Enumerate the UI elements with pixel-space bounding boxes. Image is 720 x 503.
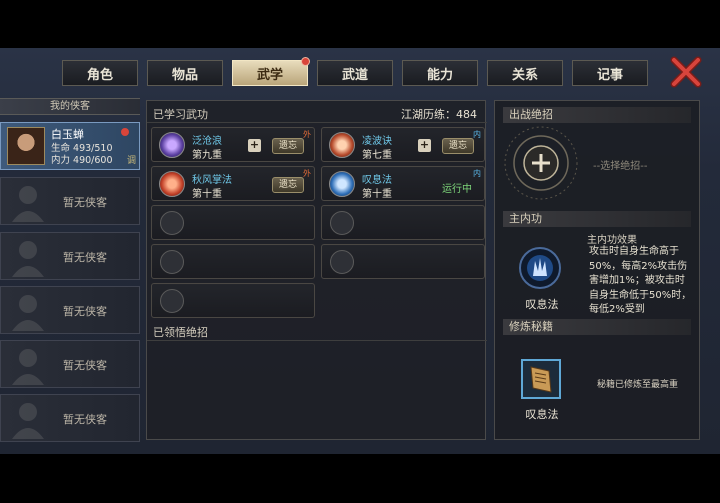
skill-level: 第九重: [192, 150, 222, 161]
hero-slot-empty[interactable]: 暂无侠客: [0, 340, 140, 388]
tab-character[interactable]: 角色: [62, 60, 138, 86]
forget-button[interactable]: 遗忘: [272, 177, 304, 193]
tab-label: 关系: [511, 67, 538, 83]
running-status: 运行中: [442, 184, 472, 195]
empty-ring: [330, 250, 354, 274]
hero-portrait: [7, 127, 45, 165]
alert-dot: [121, 128, 129, 136]
hero-mp: 内力 490/600: [51, 155, 113, 166]
skill-slot[interactable]: 泛沧浪 第九重 + 遗忘 外: [151, 127, 315, 162]
empty-silhouette-icon: [12, 403, 44, 439]
empty-slot-label: 暂无侠客: [63, 359, 107, 372]
empty-slot-label: 暂无侠客: [63, 196, 107, 209]
tab-label: 角色: [86, 67, 113, 83]
forget-button[interactable]: 遗忘: [272, 138, 304, 154]
tune-label[interactable]: 调: [127, 153, 136, 166]
empty-silhouette-icon: [12, 241, 44, 277]
skill-level: 第七重: [362, 150, 392, 161]
hero-card-selected[interactable]: 白玉蝉 生命 493/510 内力 490/600 调: [0, 122, 140, 170]
manual-book-icon[interactable]: [521, 359, 561, 399]
tab-martial-arts[interactable]: 武学: [232, 57, 310, 86]
empty-silhouette-icon: [12, 295, 44, 331]
empty-slot-label: 暂无侠客: [63, 413, 107, 426]
ultimate-section-title: 已领悟绝招: [153, 326, 208, 339]
palm-skill-icon: [159, 171, 185, 197]
jianghu-exp: 江湖历练：484: [401, 108, 477, 121]
hero-slot-empty[interactable]: 暂无侠客: [0, 177, 140, 225]
divider: [147, 340, 487, 341]
empty-skill-slot[interactable]: [151, 205, 315, 240]
skill-slot[interactable]: 秋风掌法 第十重 遗忘 外: [151, 166, 315, 201]
my-heroes-header: 我的侠客: [0, 98, 140, 115]
empty-slot-label: 暂无侠客: [63, 305, 107, 318]
external-tag: 外: [303, 169, 311, 178]
skill-name: 叹息法: [362, 175, 392, 186]
sigh-method-icon: [329, 171, 355, 197]
tab-bar: 角色 物品 武学 武道 能力 关系 记事: [62, 57, 648, 88]
tab-label: 物品: [171, 67, 198, 83]
manual-name: 叹息法: [525, 408, 559, 421]
empty-ring: [160, 211, 184, 235]
hero-slot-empty[interactable]: 暂无侠客: [0, 232, 140, 280]
empty-slot-label: 暂无侠客: [63, 251, 107, 264]
martial-arts-panel: 已学习武功 江湖历练：484 泛沧浪 第九重 + 遗忘 外 凌波诀 第七重 + …: [146, 100, 487, 440]
skill-name: 凌波诀: [362, 136, 392, 147]
game-screen: 角色 物品 武学 武道 能力 关系 记事 我的侠客 白玉蝉 生命 493/510…: [0, 48, 720, 454]
letterbox-bottom: [0, 454, 720, 503]
letterbox-top: [0, 0, 720, 48]
external-tag: 外: [303, 130, 311, 139]
hero-slot-empty[interactable]: 暂无侠客: [0, 394, 140, 442]
boot-skill-icon: [329, 132, 355, 158]
internal-tag: 内: [473, 169, 481, 178]
forget-button[interactable]: 遗忘: [442, 138, 474, 154]
empty-ring: [160, 289, 184, 313]
tab-label: 武学: [256, 67, 283, 83]
close-icon[interactable]: [670, 56, 702, 88]
add-ultimate-icon[interactable]: [501, 123, 581, 203]
empty-skill-slot[interactable]: [321, 244, 485, 279]
empty-skill-slot[interactable]: [151, 283, 315, 318]
main-inner-skill-header: 主内功: [503, 211, 691, 227]
upgrade-plus-button[interactable]: +: [418, 139, 431, 152]
empty-ring: [330, 211, 354, 235]
inner-skill-name: 叹息法: [525, 298, 559, 311]
skill-name: 秋风掌法: [192, 175, 232, 186]
empty-silhouette-icon: [12, 349, 44, 385]
tab-label: 武道: [341, 67, 368, 83]
effect-title: 主内功效果: [587, 235, 637, 246]
tab-journal[interactable]: 记事: [572, 60, 648, 86]
empty-ring: [160, 250, 184, 274]
skill-slot[interactable]: 凌波诀 第七重 + 遗忘 内: [321, 127, 485, 162]
tab-items[interactable]: 物品: [147, 60, 223, 86]
manual-status-note: 秘籍已修炼至最高重: [597, 380, 679, 390]
manual-header: 修炼秘籍: [503, 319, 691, 335]
skill-name: 泛沧浪: [192, 136, 222, 147]
empty-skill-slot[interactable]: [321, 205, 485, 240]
skill-slot[interactable]: 叹息法 第十重 运行中 内: [321, 166, 485, 201]
tab-ability[interactable]: 能力: [402, 60, 478, 86]
choose-ultimate-hint[interactable]: --选择绝招--: [593, 157, 647, 172]
empty-skill-slot[interactable]: [151, 244, 315, 279]
divider: [147, 122, 487, 123]
learned-section-title: 已学习武功: [153, 108, 208, 121]
skill-level: 第十重: [192, 189, 222, 200]
hero-slot-empty[interactable]: 暂无侠客: [0, 286, 140, 334]
right-info-panel: 出战绝招 --选择绝招-- 主内功 叹息法 主内功效果 攻击时自身生命高于50%…: [494, 100, 700, 440]
upgrade-plus-button[interactable]: +: [248, 139, 261, 152]
tab-martial-way[interactable]: 武道: [317, 60, 393, 86]
skill-level: 第十重: [362, 189, 392, 200]
sigh-method-icon[interactable]: [519, 247, 561, 289]
effect-description: 攻击时自身生命高于50%，每高2%攻击伤害增加1%；被攻击时自身生命低于50%时…: [589, 246, 692, 313]
empty-silhouette-icon: [12, 186, 44, 222]
tab-label: 记事: [596, 67, 623, 83]
notification-dot: [301, 57, 310, 66]
tab-label: 能力: [426, 67, 453, 83]
feather-skill-icon: [159, 132, 185, 158]
battle-ultimate-header: 出战绝招: [503, 107, 691, 123]
tab-relations[interactable]: 关系: [487, 60, 563, 86]
internal-tag: 内: [473, 130, 481, 139]
